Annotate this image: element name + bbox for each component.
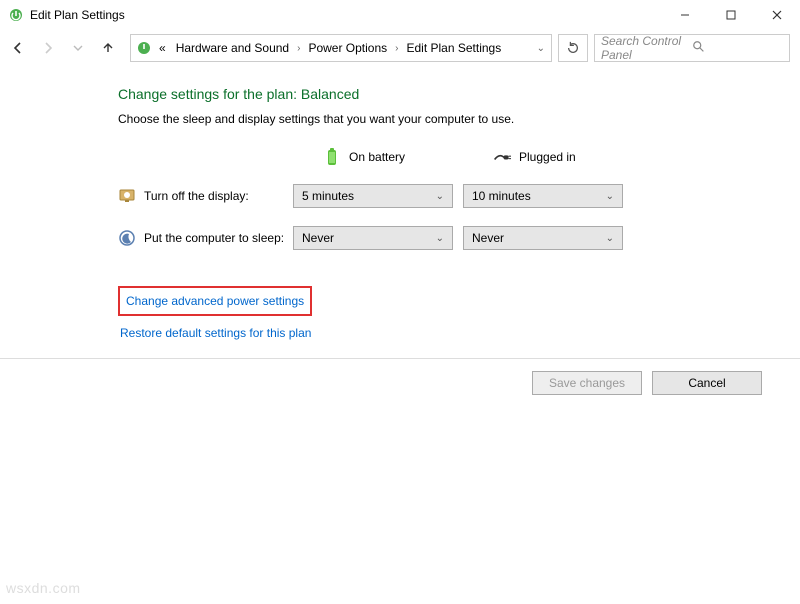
- breadcrumb-item[interactable]: Power Options: [304, 39, 391, 57]
- forward-button[interactable]: [34, 34, 62, 62]
- column-on-battery: On battery: [293, 148, 405, 166]
- main-content: Change settings for the plan: Balanced C…: [0, 66, 800, 340]
- watermark: wsxdn.com: [6, 580, 81, 596]
- minimize-button[interactable]: [662, 0, 708, 30]
- breadcrumb-item[interactable]: Hardware and Sound: [172, 39, 293, 57]
- navigation-bar: « Hardware and Sound › Power Options › E…: [0, 30, 800, 66]
- power-options-icon: [8, 7, 24, 23]
- column-plugged-in: Plugged in: [463, 148, 576, 166]
- chevron-down-icon: ⌄: [606, 191, 614, 202]
- links-section: Change advanced power settings Restore d…: [118, 286, 780, 340]
- close-button[interactable]: [754, 0, 800, 30]
- chevron-down-icon: ⌄: [606, 233, 614, 244]
- page-description: Choose the sleep and display settings th…: [118, 112, 780, 126]
- display-plugged-select[interactable]: 10 minutes⌄: [463, 184, 623, 208]
- column-label: Plugged in: [519, 150, 576, 164]
- breadcrumb-item[interactable]: Edit Plan Settings: [403, 39, 506, 57]
- sleep-icon: [118, 229, 136, 247]
- display-icon: [118, 187, 136, 205]
- titlebar: Edit Plan Settings: [0, 0, 800, 30]
- sleep-plugged-select[interactable]: Never⌄: [463, 226, 623, 250]
- chevron-down-icon: ⌄: [436, 233, 444, 244]
- refresh-button[interactable]: [558, 34, 588, 62]
- search-placeholder: Search Control Panel: [601, 34, 692, 62]
- row-label: Turn off the display:: [144, 189, 249, 203]
- maximize-button[interactable]: [708, 0, 754, 30]
- save-changes-button[interactable]: Save changes: [532, 371, 642, 395]
- chevron-right-icon[interactable]: ›: [295, 43, 302, 54]
- restore-defaults-link[interactable]: Restore default settings for this plan: [120, 326, 311, 340]
- recent-locations-dropdown[interactable]: [64, 34, 92, 62]
- back-button[interactable]: [4, 34, 32, 62]
- search-icon: [692, 40, 783, 57]
- row-label: Put the computer to sleep:: [144, 231, 284, 245]
- chevron-down-icon: ⌄: [436, 191, 444, 202]
- window-title: Edit Plan Settings: [30, 8, 125, 22]
- address-bar[interactable]: « Hardware and Sound › Power Options › E…: [130, 34, 552, 62]
- row-put-to-sleep: Put the computer to sleep:: [118, 229, 293, 247]
- chevron-right-icon[interactable]: ›: [393, 43, 400, 54]
- column-label: On battery: [349, 150, 405, 164]
- search-input[interactable]: Search Control Panel: [594, 34, 790, 62]
- chevron-down-icon[interactable]: ⌄: [535, 43, 547, 54]
- settings-grid: On battery Plugged in Turn off the displ…: [118, 148, 780, 250]
- highlighted-link-box: Change advanced power settings: [118, 286, 312, 316]
- up-button[interactable]: [94, 34, 122, 62]
- sleep-battery-select[interactable]: Never⌄: [293, 226, 453, 250]
- plug-icon: [493, 148, 511, 166]
- power-options-icon: [135, 39, 153, 57]
- advanced-power-settings-link[interactable]: Change advanced power settings: [126, 294, 304, 308]
- footer-buttons: Save changes Cancel: [0, 359, 800, 395]
- page-heading: Change settings for the plan: Balanced: [118, 86, 780, 102]
- battery-icon: [323, 148, 341, 166]
- breadcrumb-prefix[interactable]: «: [155, 39, 170, 57]
- row-turn-off-display: Turn off the display:: [118, 187, 293, 205]
- display-battery-select[interactable]: 5 minutes⌄: [293, 184, 453, 208]
- cancel-button[interactable]: Cancel: [652, 371, 762, 395]
